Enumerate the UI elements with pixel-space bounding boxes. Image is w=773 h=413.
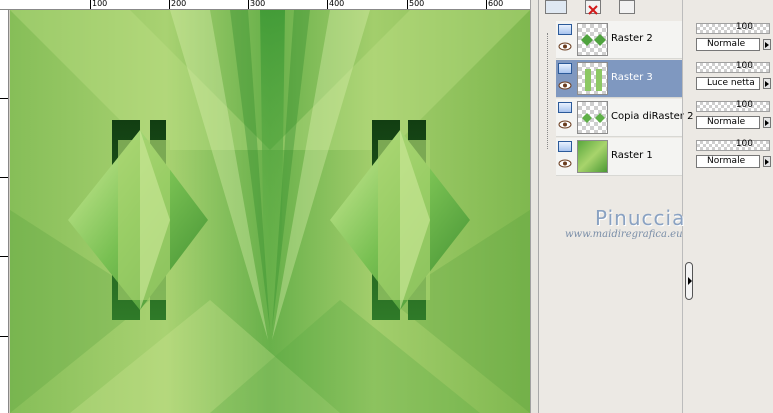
- layer-name: Raster 1: [611, 150, 653, 161]
- blend-mode-select[interactable]: Luce netta: [696, 77, 760, 90]
- blend-mode-select[interactable]: Normale: [696, 116, 760, 129]
- visibility-eye-icon[interactable]: [558, 42, 572, 51]
- layer-name: Raster 2: [611, 33, 653, 44]
- ruler-tick: [0, 256, 8, 257]
- layer-row-selected[interactable]: Raster 3: [556, 60, 683, 98]
- ruler-label: 400: [329, 0, 345, 8]
- blend-mode-select[interactable]: Normale: [696, 155, 760, 168]
- opacity-value: 100: [735, 22, 753, 32]
- layer-props: 100 Luce netta: [694, 60, 773, 98]
- ruler-tick: [486, 0, 487, 9]
- ruler-label: 300: [250, 0, 266, 8]
- opacity-value: 100: [735, 100, 753, 110]
- layers-toolbar: [539, 0, 689, 16]
- ruler-label: 500: [409, 0, 425, 8]
- opacity-value: 100: [735, 61, 753, 71]
- vertical-ruler: [0, 10, 9, 413]
- ruler-label: 600: [488, 0, 504, 8]
- ruler-tick: [0, 177, 8, 178]
- layer-list: Raster 2 Raster 3 Copia diRaster 2 Raste…: [539, 21, 693, 181]
- layer-row[interactable]: Copia diRaster 2: [556, 99, 693, 137]
- blend-mode-arrow-icon[interactable]: [763, 78, 771, 89]
- ruler-tick: [407, 0, 408, 9]
- layer-thumbnail: [577, 140, 608, 173]
- blend-mode-arrow-icon[interactable]: [763, 156, 771, 167]
- layer-thumbnail: [577, 101, 608, 134]
- blend-mode-arrow-icon[interactable]: [763, 117, 771, 128]
- raster-layer-icon: [558, 102, 572, 113]
- ruler-tick: [0, 336, 8, 337]
- opacity-slider[interactable]: 100: [696, 139, 770, 151]
- expand-palette-handle[interactable]: [685, 262, 693, 300]
- delete-layer-icon[interactable]: [585, 0, 601, 15]
- opacity-slider[interactable]: 100: [696, 61, 770, 73]
- ruler-tick: [169, 0, 170, 9]
- opacity-slider[interactable]: 100: [696, 100, 770, 112]
- watermark-url: www.maidiregrafica.eu: [565, 229, 683, 240]
- blend-mode-select[interactable]: Normale: [696, 38, 760, 51]
- layer-name: Raster 3: [611, 72, 653, 83]
- raster-layer-icon: [558, 63, 572, 74]
- layer-row[interactable]: Raster 1: [556, 138, 683, 176]
- ruler-tick: [248, 0, 249, 9]
- tree-connector: [547, 33, 548, 149]
- canvas-artwork: [10, 10, 530, 413]
- canvas-scrollbar[interactable]: [530, 0, 538, 413]
- layer-thumbnail: [577, 62, 608, 95]
- watermark-name: Pinuccia: [595, 206, 686, 230]
- opacity-slider[interactable]: 100: [696, 22, 770, 34]
- layer-properties-icon[interactable]: [619, 0, 635, 14]
- layer-thumbnail: [577, 23, 608, 56]
- image-canvas[interactable]: [10, 10, 530, 413]
- layer-row[interactable]: Raster 2: [556, 21, 683, 59]
- raster-layer-icon: [558, 24, 572, 35]
- visibility-eye-icon[interactable]: [558, 159, 572, 168]
- ruler-label: 100: [92, 0, 108, 8]
- horizontal-ruler: 100 200 300 400 500 600: [0, 0, 532, 10]
- layer-props: 100 Normale: [694, 21, 773, 59]
- ruler-label: 200: [171, 0, 187, 8]
- blend-mode-arrow-icon[interactable]: [763, 39, 771, 50]
- ruler-tick: [0, 98, 8, 99]
- new-layer-button[interactable]: [545, 0, 567, 14]
- raster-layer-icon: [558, 141, 572, 152]
- visibility-eye-icon[interactable]: [558, 81, 572, 90]
- opacity-value: 100: [735, 139, 753, 149]
- layer-props: 100 Normale: [694, 138, 773, 176]
- ruler-tick: [327, 0, 328, 9]
- ruler-tick: [90, 0, 91, 9]
- visibility-eye-icon[interactable]: [558, 120, 572, 129]
- layer-props: 100 Normale: [694, 99, 773, 137]
- layers-palette: Raster 2 Raster 3 Copia diRaster 2 Raste…: [538, 0, 773, 413]
- psp-workspace: 100 200 300 400 500 600 Raster 2 Raster …: [0, 0, 773, 413]
